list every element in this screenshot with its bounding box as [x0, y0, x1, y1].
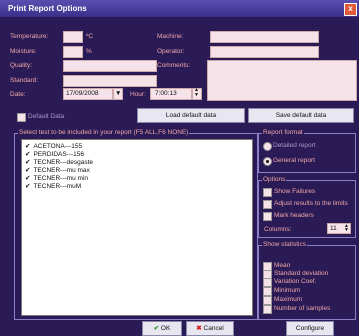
- comments-field[interactable]: [207, 60, 357, 101]
- list-item[interactable]: ✔ TECNER---desgaste: [25, 158, 93, 166]
- machine-field[interactable]: [210, 31, 319, 43]
- columns-stepper[interactable]: 11 ▲ ▼: [327, 223, 351, 234]
- check-icon[interactable]: ✔: [25, 175, 30, 182]
- quality-label: Quality:: [10, 62, 33, 69]
- list-item[interactable]: ✔ TECNER---mu min: [25, 174, 88, 182]
- check-icon: ✔: [153, 325, 160, 332]
- stat-label-min: Minimum: [274, 287, 301, 294]
- stat-checkbox[interactable]: [263, 287, 272, 296]
- temperature-label: Temperature:: [10, 33, 49, 40]
- stat-label-samples: Number of samples: [274, 305, 331, 312]
- moisture-label: Moisture:: [10, 48, 37, 55]
- stat-checkbox[interactable]: [263, 296, 272, 305]
- columns-value: 11: [330, 225, 337, 232]
- date-value: 17/09/2008: [66, 90, 99, 97]
- general-report-label: General report: [273, 157, 315, 164]
- save-default-button[interactable]: Save default data: [248, 108, 354, 123]
- tests-group-title: Select test to be included in your repor…: [18, 129, 190, 136]
- show-failures-checkbox[interactable]: [263, 188, 272, 197]
- default-data-label: Default Data: [28, 113, 65, 120]
- standard-label: Standard:: [10, 77, 39, 84]
- comments-label: Comments:: [157, 62, 191, 69]
- close-button[interactable]: x: [344, 3, 357, 16]
- options-title: Options: [262, 176, 287, 183]
- check-icon[interactable]: ✔: [25, 143, 30, 150]
- mark-headers-checkbox[interactable]: [263, 212, 272, 221]
- stat-label-std: Standard deviation: [274, 270, 329, 277]
- date-field[interactable]: 17/09/2008: [63, 88, 113, 100]
- temperature-field[interactable]: [63, 31, 83, 43]
- detailed-report-radio[interactable]: [263, 142, 272, 151]
- ok-button[interactable]: ✔ OK: [142, 321, 182, 336]
- report-format-title: Report format: [262, 129, 304, 136]
- stat-label-var: Variation Coef.: [274, 278, 317, 285]
- check-icon[interactable]: ✔: [25, 167, 30, 174]
- hour-label: Hour:: [130, 91, 146, 98]
- general-report-radio[interactable]: [263, 157, 272, 166]
- moisture-unit: %: [86, 48, 92, 55]
- date-dropdown-icon[interactable]: ▼: [113, 88, 123, 100]
- hour-field[interactable]: 7:00:13: [150, 88, 192, 100]
- detailed-report-label: Detailed report: [273, 142, 316, 149]
- configure-button[interactable]: Configure: [286, 321, 334, 336]
- statistics-title: Show statistics: [262, 241, 307, 248]
- report-format-group: [258, 133, 356, 173]
- cancel-button[interactable]: ✖ Cancel: [186, 321, 234, 336]
- list-item[interactable]: ✔ TECNER---mu max: [25, 166, 90, 174]
- columns-label: Columns:: [264, 226, 292, 233]
- moisture-field[interactable]: [63, 46, 83, 58]
- quality-field[interactable]: [63, 60, 157, 72]
- list-item[interactable]: ✔ PERDIDAS---156: [25, 150, 84, 158]
- hour-spinner-icon[interactable]: ▲ ▼: [192, 88, 202, 100]
- stat-label-max: Maximum: [274, 296, 303, 303]
- operator-label: Operator:: [157, 48, 185, 55]
- check-icon[interactable]: ✔: [25, 183, 30, 190]
- temperature-unit: ºC: [86, 33, 94, 40]
- stat-checkbox[interactable]: [263, 278, 272, 287]
- hour-value: 7:00:13: [155, 90, 177, 97]
- adjust-results-label: Adjust results to the limits: [274, 200, 348, 207]
- window-title: Print Report Options: [8, 4, 87, 13]
- check-icon[interactable]: ✔: [25, 159, 30, 166]
- stat-label-mean: Mean: [274, 262, 291, 269]
- default-data-checkbox[interactable]: [17, 113, 26, 122]
- adjust-results-checkbox[interactable]: [263, 200, 272, 209]
- machine-label: Machine:: [157, 33, 184, 40]
- title-bar: Print Report Options x: [0, 0, 359, 17]
- show-failures-label: Show Failures: [274, 188, 316, 195]
- date-label: Date:: [10, 91, 26, 98]
- standard-field[interactable]: [63, 75, 157, 87]
- load-default-button[interactable]: Load default data: [137, 108, 245, 123]
- operator-field[interactable]: [210, 46, 319, 58]
- check-icon[interactable]: ✔: [25, 151, 30, 158]
- tests-list[interactable]: ✔ ACETONA---155 ✔ PERDIDAS---156 ✔ TECNER--…: [21, 139, 253, 316]
- close-icon: ✖: [196, 325, 202, 332]
- list-item[interactable]: ✔ ACETONA---155: [25, 142, 82, 150]
- list-item[interactable]: ✔ TECNER---muM: [25, 182, 81, 190]
- stat-checkbox[interactable]: [263, 305, 272, 314]
- mark-headers-label: Mark headers: [274, 212, 314, 219]
